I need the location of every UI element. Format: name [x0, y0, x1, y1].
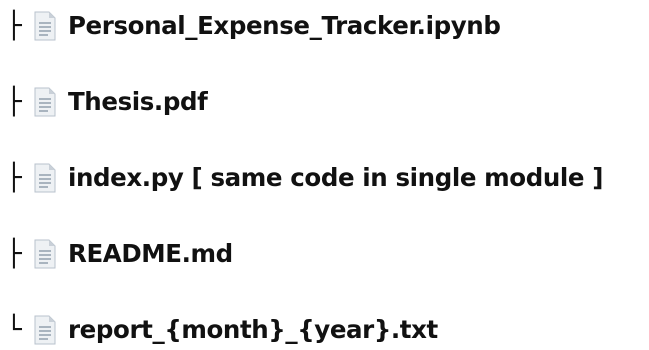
file-name: Personal_Expense_Tracker.ipynb: [68, 11, 501, 40]
file-tree-item[interactable]: ├ index.py [ same code in single module …: [6, 158, 603, 198]
file-icon: [32, 315, 58, 345]
file-tree-item[interactable]: └ report_{month}_{year}.txt: [6, 310, 438, 350]
file-icon: [32, 239, 58, 269]
tree-branch-connector: ├: [6, 239, 22, 269]
file-icon: [32, 11, 58, 41]
file-icon: [32, 87, 58, 117]
file-tree-item[interactable]: ├ Thesis.pdf: [6, 82, 208, 122]
tree-branch-connector: ├: [6, 87, 22, 117]
file-name: index.py [ same code in single module ]: [68, 163, 604, 192]
file-name: Thesis.pdf: [68, 87, 208, 116]
file-name: report_{month}_{year}.txt: [68, 315, 438, 344]
tree-branch-connector: ├: [6, 11, 22, 41]
file-icon: [32, 163, 58, 193]
tree-branch-connector: ├: [6, 163, 22, 193]
file-tree-item[interactable]: ├ Personal_Expense_Tracker.ipynb: [6, 6, 501, 46]
file-tree: ├ Personal_Expense_Tracker.ipynb ├ Thesi…: [0, 0, 649, 348]
file-tree-item[interactable]: ├ README.md: [6, 234, 233, 274]
file-name: README.md: [68, 239, 233, 268]
tree-branch-connector: └: [6, 315, 22, 345]
